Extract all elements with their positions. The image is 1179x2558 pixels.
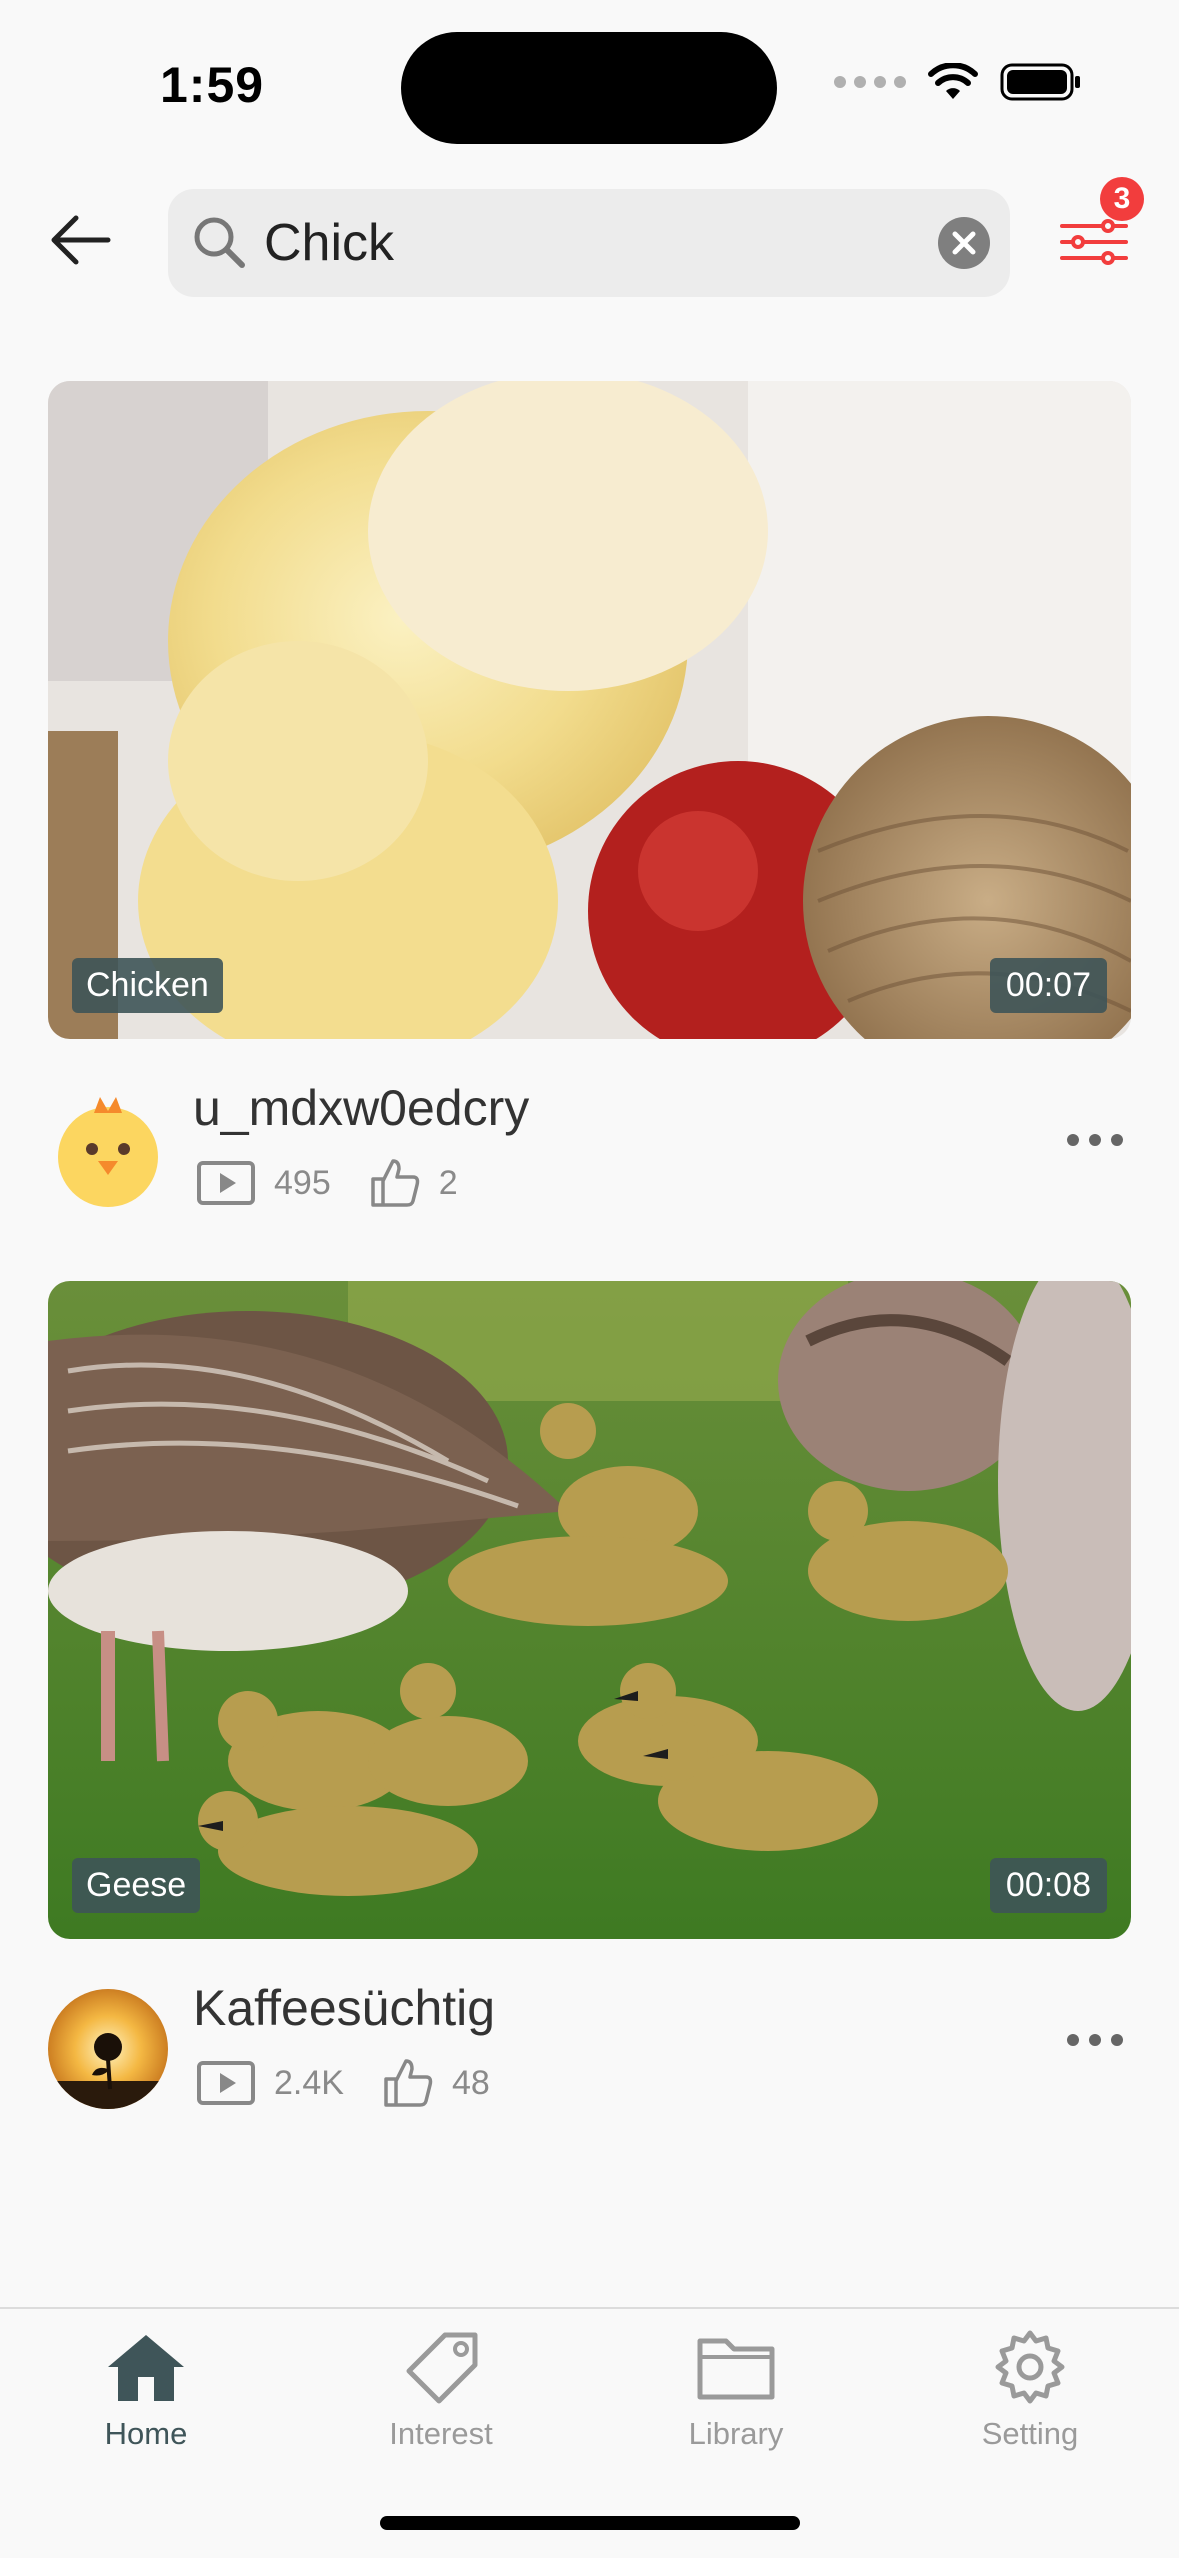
status-icons	[834, 62, 1082, 102]
video-card[interactable]: Chicken 00:07 u_mdxw0edcry 495 2	[48, 381, 1131, 1229]
cellular-signal-icon	[834, 76, 906, 88]
thumbs-up-icon	[370, 1159, 419, 1207]
back-button[interactable]	[46, 210, 122, 270]
chick-icon	[48, 1089, 168, 1209]
video-thumbnail[interactable]: Geese 00:08	[48, 1281, 1131, 1939]
clear-search-button[interactable]	[938, 217, 990, 269]
view-count: 495	[274, 1163, 331, 1202]
play-count-icon	[197, 1161, 255, 1205]
avatar[interactable]	[48, 1989, 168, 2109]
gear-icon	[995, 2330, 1065, 2404]
sunflower-sunset-avatar	[48, 1989, 168, 2109]
wifi-icon	[928, 63, 978, 99]
tab-interest[interactable]: Interest	[341, 2329, 541, 2452]
filter-count-badge: 3	[1100, 177, 1144, 221]
dynamic-island	[401, 32, 777, 144]
home-icon	[108, 2335, 184, 2401]
view-count: 2.4K	[274, 2063, 344, 2102]
like-count: 2	[438, 1163, 458, 1202]
filter-button[interactable]	[1058, 212, 1130, 272]
search-bar[interactable]	[168, 189, 1010, 297]
play-count-icon	[197, 2061, 255, 2105]
tab-setting[interactable]: Setting	[930, 2329, 1130, 2452]
tag-icon	[406, 2332, 478, 2404]
video-duration: 00:07	[989, 958, 1107, 1013]
tab-label: Interest	[389, 2416, 493, 2451]
video-meta: Kaffeesüchtig 2.4K 48	[48, 1979, 1131, 2129]
like-count: 48	[451, 2063, 490, 2102]
video-meta: u_mdxw0edcry 495 2	[48, 1079, 1131, 1229]
thumbs-up-icon	[384, 2059, 433, 2107]
video-duration: 00:08	[989, 1858, 1107, 1913]
video-thumbnail[interactable]: Chicken 00:07	[48, 381, 1131, 1039]
author-name[interactable]: Kaffeesüchtig	[193, 1979, 495, 2037]
tab-label: Library	[688, 2416, 784, 2451]
author-name[interactable]: u_mdxw0edcry	[193, 1079, 529, 1137]
chick-photo	[48, 381, 1131, 1039]
close-icon	[952, 231, 976, 255]
battery-icon	[1000, 63, 1080, 101]
tab-library[interactable]: Library	[636, 2329, 836, 2452]
tab-label: Setting	[981, 2416, 1079, 2451]
home-indicator	[380, 2516, 800, 2530]
tab-home[interactable]: Home	[46, 2329, 246, 2452]
video-stats: 2.4K 48	[196, 2057, 528, 2109]
sliders-icon	[1060, 219, 1128, 265]
arrow-left-icon	[51, 215, 111, 265]
search-input[interactable]	[264, 189, 884, 297]
folder-icon	[697, 2338, 775, 2400]
video-card[interactable]: Geese 00:08 Kaffeesüchtig 2.4K 48	[48, 1281, 1131, 2129]
video-stats: 495 2	[196, 1157, 496, 1209]
category-tag: Chicken	[72, 958, 223, 1013]
more-options-button[interactable]	[1067, 2024, 1123, 2056]
status-time: 1:59	[160, 57, 265, 113]
avatar[interactable]	[48, 1089, 168, 1209]
category-tag: Geese	[72, 1858, 201, 1913]
geese-photo	[48, 1281, 1131, 1939]
more-options-button[interactable]	[1067, 1124, 1123, 1156]
search-icon	[194, 217, 245, 268]
tab-label: Home	[104, 2416, 188, 2451]
